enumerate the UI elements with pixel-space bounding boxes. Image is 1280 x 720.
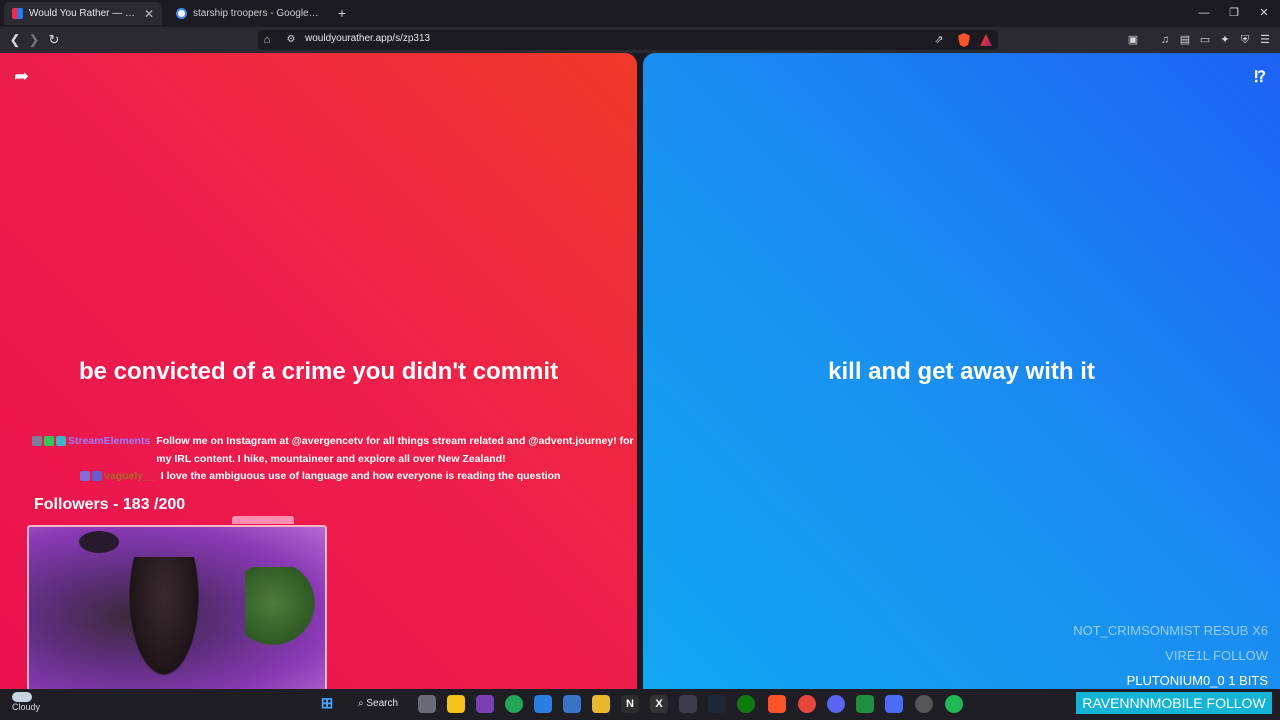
tab-title: Would You Rather — Play the O xyxy=(29,8,138,19)
bookmark-icon[interactable]: ⌂ xyxy=(260,32,274,48)
brave-rewards-icon[interactable] xyxy=(980,34,992,46)
help-icon[interactable]: ⁉ xyxy=(1254,67,1266,87)
wallet-icon[interactable]: ▭ xyxy=(1197,32,1213,48)
latest-follow-alert: RAVENNNMOBILE FOLLOW xyxy=(1076,692,1272,714)
chat-username: vaguely__ xyxy=(104,470,155,482)
google-favicon-icon xyxy=(176,8,187,19)
app-icon[interactable] xyxy=(679,695,697,713)
file-explorer-icon[interactable] xyxy=(592,695,610,713)
xbox-icon[interactable] xyxy=(737,695,755,713)
mod-badge-icon xyxy=(32,436,42,447)
copilot-icon[interactable] xyxy=(534,695,552,713)
alert-item: VIRE1L FOLLOW xyxy=(1165,648,1268,663)
page-content: ➦ be convicted of a crime you didn't com… xyxy=(0,53,1280,693)
menu-icon[interactable]: ☰ xyxy=(1257,32,1273,48)
address-bar[interactable]: ⌂ ⚙ wouldyourather.app/s/zp313 ⇗ xyxy=(258,30,998,50)
weather-widget[interactable]: Cloudy xyxy=(12,692,40,712)
app-icon[interactable] xyxy=(505,695,523,713)
vpn-icon[interactable]: ⛨ xyxy=(1237,32,1253,48)
cloud-icon xyxy=(12,692,32,702)
option-a-text[interactable]: be convicted of a crime you didn't commi… xyxy=(0,358,637,386)
webcam-streamer xyxy=(124,557,204,687)
steam-icon[interactable] xyxy=(708,695,726,713)
onenote-icon[interactable] xyxy=(476,695,494,713)
brave-icon[interactable] xyxy=(768,695,786,713)
sidebar-icon[interactable]: ▤ xyxy=(1177,32,1193,48)
spotify-icon[interactable] xyxy=(945,695,963,713)
share-icon[interactable]: ⇗ xyxy=(932,32,946,48)
browser-toolbar: ❮ ❯ ↻ ⌂ ⚙ wouldyourather.app/s/zp313 ⇗ ▣… xyxy=(0,27,1280,53)
app-icon[interactable]: X xyxy=(650,695,668,713)
share-arrow-icon[interactable]: ➦ xyxy=(14,67,32,85)
bot-badge-icon xyxy=(56,436,66,447)
maximize-button[interactable]: ❐ xyxy=(1224,4,1244,22)
obs-icon[interactable] xyxy=(915,695,933,713)
close-window-button[interactable]: ✕ xyxy=(1254,4,1274,22)
webcam-lamp xyxy=(79,531,119,553)
url-text[interactable]: wouldyourather.app/s/zp313 xyxy=(305,33,430,44)
chat-text: I love the ambiguous use of language and… xyxy=(160,470,561,482)
tab-close-icon[interactable]: ✕ xyxy=(144,7,154,21)
new-tab-button[interactable]: + xyxy=(334,4,350,22)
weather-text: Cloudy xyxy=(12,702,41,712)
webcam-feed xyxy=(27,525,327,693)
tab-strip: Would You Rather — Play the O ✕ starship… xyxy=(0,0,1280,27)
store-icon[interactable] xyxy=(563,695,581,713)
tab-google-search[interactable]: starship troopers - Google Search xyxy=(168,2,328,25)
taskbar-search[interactable]: ⌕ Search xyxy=(350,695,410,713)
followers-goal: Followers - 183 /200 xyxy=(34,496,186,513)
option-b-panel[interactable]: ⁉ kill and get away with it xyxy=(643,53,1280,689)
media-icon[interactable]: ♫ xyxy=(1157,32,1173,48)
chat-badges xyxy=(24,433,68,468)
back-button[interactable]: ❮ xyxy=(6,31,24,49)
webcam-plant xyxy=(245,567,315,657)
minimize-button[interactable]: — xyxy=(1194,4,1214,22)
would-you-rather-favicon-icon xyxy=(12,8,23,19)
chat-username: StreamElements xyxy=(68,435,151,447)
gift-badge-icon xyxy=(92,471,102,482)
verified-badge-icon xyxy=(44,436,54,447)
screenshot-icon[interactable]: ▣ xyxy=(1125,32,1141,48)
chat-message: StreamElements Follow me on Instagram at… xyxy=(24,433,634,468)
task-view-icon[interactable] xyxy=(418,695,436,713)
option-b-text[interactable]: kill and get away with it xyxy=(643,358,1280,386)
tab-title: starship troopers - Google Search xyxy=(193,8,320,19)
leo-ai-icon[interactable]: ✦ xyxy=(1217,32,1233,48)
app-icon[interactable] xyxy=(885,695,903,713)
app-icon[interactable]: N xyxy=(621,695,639,713)
sticky-notes-icon[interactable] xyxy=(447,695,465,713)
reload-button[interactable]: ↻ xyxy=(45,31,63,49)
sub-badge-icon xyxy=(80,471,90,482)
chat-text: Follow me on Instagram at @avergencetv f… xyxy=(156,435,634,465)
forward-button[interactable]: ❯ xyxy=(25,31,43,49)
chat-badges xyxy=(24,468,104,486)
chat-message: vaguely__ I love the ambiguous use of la… xyxy=(24,468,634,486)
windows-start-icon[interactable]: ⊞ xyxy=(318,695,336,713)
discord-icon[interactable] xyxy=(827,695,845,713)
site-settings-icon[interactable]: ⚙ xyxy=(284,32,298,48)
drive-icon[interactable] xyxy=(856,695,874,713)
stream-alert-feed: NOT_CRIMSONMIST RESUB X6 VIRE1L FOLLOW P… xyxy=(1073,618,1268,693)
webcam-frame-tab xyxy=(232,516,294,524)
stream-chat-overlay: StreamElements Follow me on Instagram at… xyxy=(24,433,634,486)
chrome-icon[interactable] xyxy=(798,695,816,713)
tab-would-you-rather[interactable]: Would You Rather — Play the O ✕ xyxy=(4,2,162,25)
alert-item: NOT_CRIMSONMIST RESUB X6 xyxy=(1073,623,1268,638)
brave-shields-icon[interactable] xyxy=(958,33,970,47)
taskbar-search-label: Search xyxy=(366,698,399,709)
